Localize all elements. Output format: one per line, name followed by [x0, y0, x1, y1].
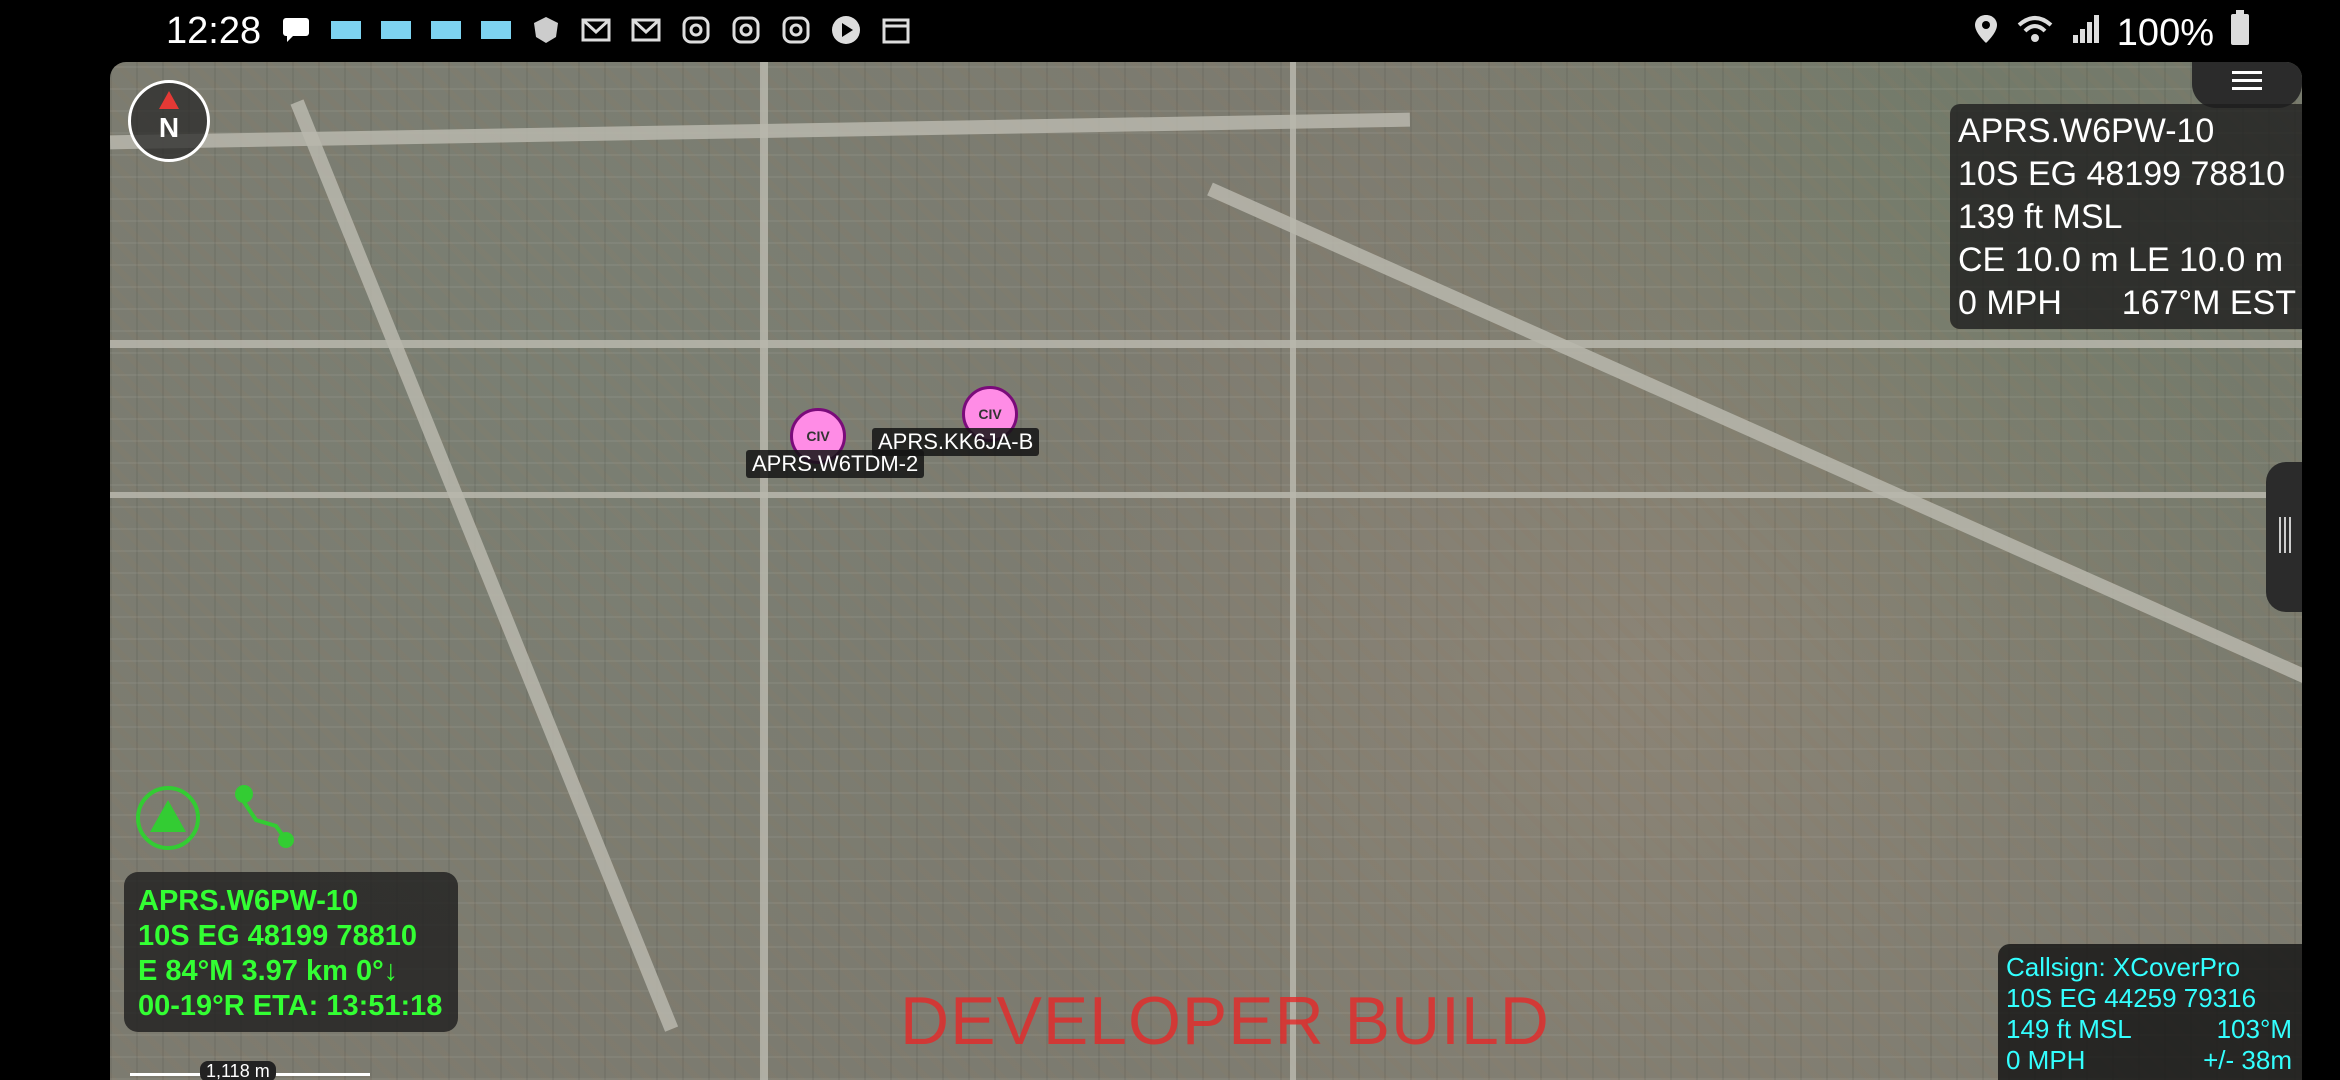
marker-icon-text: CIV: [978, 406, 1002, 422]
road: [760, 62, 768, 1080]
marker-label[interactable]: APRS.KK6JA-B: [872, 428, 1040, 456]
map-view[interactable]: N APRS.W6PW-10 10S EG 48199 78810 139 ft…: [110, 62, 2302, 1080]
mail-icon: [578, 14, 614, 46]
callsign-info-panel[interactable]: Callsign: XCoverPro 10S EG 44259 79316 1…: [1998, 944, 2302, 1080]
callsign-altitude: 149 ft MSL: [2006, 1014, 2132, 1044]
road: [110, 340, 2302, 348]
map-tools: [130, 780, 302, 861]
location-icon: [1973, 12, 1999, 55]
track-eta: 00-19°R ETA: 13:51:18: [138, 990, 443, 1022]
road: [1290, 62, 1296, 1080]
play-icon: [828, 14, 864, 46]
drag-handle-icon: [2277, 515, 2293, 560]
compass-north-label: N: [158, 112, 180, 143]
self-callsign: APRS.W6PW-10: [1958, 112, 2215, 150]
signal-icon: [2071, 12, 2101, 55]
notification-icon: [428, 14, 464, 46]
self-speed: 0 MPH: [1958, 284, 2062, 322]
system-status: 100%: [1973, 10, 2250, 56]
scale-label: 1,118 m: [200, 1061, 276, 1080]
callsign-label: Callsign: XCoverPro: [2006, 952, 2241, 982]
marker-icon-text: CIV: [806, 428, 830, 444]
message-icon: [278, 14, 314, 46]
callsign-speed: 0 MPH: [2006, 1045, 2086, 1075]
mail-icon: [628, 14, 664, 46]
self-altitude: 139 ft MSL: [1958, 198, 2123, 236]
callsign-alt-heading: 149 ft MSL 103°M: [2006, 1014, 2292, 1045]
compass-needle-icon: [159, 91, 179, 109]
self-error: CE 10.0 m LE 10.0 m: [1958, 241, 2284, 279]
developer-build-banner: DEVELOPER BUILD: [900, 983, 1550, 1059]
status-time: 12:28: [166, 10, 262, 52]
callsign-heading: 103°M: [2216, 1014, 2292, 1044]
calendar-icon: [878, 14, 914, 46]
side-panel-handle[interactable]: [2266, 462, 2302, 612]
callsign-accuracy: +/- 38m: [2203, 1045, 2292, 1075]
route-icon[interactable]: [226, 780, 302, 861]
self-speed-heading: 0 MPH 167°M EST: [1958, 282, 2296, 325]
radial-menu-icon[interactable]: [130, 780, 206, 861]
self-marker-info[interactable]: APRS.W6PW-10 10S EG 48199 78810 139 ft M…: [1950, 104, 2302, 329]
callsign-speed-accuracy: 0 MPH +/- 38m: [2006, 1045, 2292, 1076]
callsign-grid: 10S EG 44259 79316: [2006, 983, 2257, 1013]
scale-bar: 1,118 m: [130, 1061, 370, 1080]
notification-icon: [328, 14, 364, 46]
menu-button[interactable]: [2192, 62, 2302, 108]
shield-icon: [528, 14, 564, 46]
status-bar: 12:28 100%: [0, 0, 2340, 62]
notification-icons: [278, 14, 914, 46]
instagram-icon: [778, 14, 814, 46]
track-info-panel[interactable]: APRS.W6PW-10 10S EG 48199 78810 E 84°M 3…: [124, 872, 458, 1032]
battery-icon: [2230, 10, 2250, 56]
track-bearing-distance: E 84°M 3.97 km 0°↓: [138, 955, 399, 987]
track-callsign: APRS.W6PW-10: [138, 885, 359, 917]
self-grid: 10S EG 48199 78810: [1958, 155, 2286, 193]
hamburger-menu-icon: [2230, 69, 2264, 98]
track-grid: 10S EG 48199 78810: [138, 920, 417, 952]
wifi-icon: [2015, 12, 2055, 55]
notification-icon: [378, 14, 414, 46]
road: [110, 492, 2302, 498]
notification-icon: [478, 14, 514, 46]
battery-level: 100%: [2116, 11, 2214, 54]
compass-button[interactable]: N: [128, 80, 210, 162]
instagram-icon: [678, 14, 714, 46]
self-heading: 167°M EST: [2121, 284, 2296, 322]
instagram-icon: [728, 14, 764, 46]
